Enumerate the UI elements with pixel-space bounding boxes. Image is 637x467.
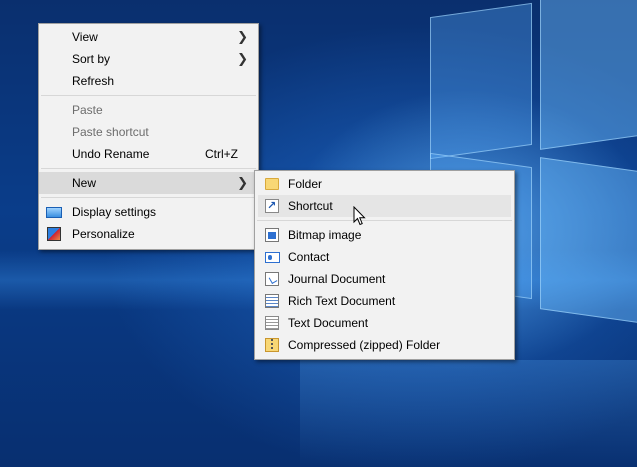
chevron-right-icon: ❯ (237, 29, 248, 44)
menu-item-label: Shortcut (288, 199, 333, 213)
submenu-item-text-document[interactable]: Text Document (255, 312, 514, 334)
menu-item-refresh[interactable]: Refresh (39, 70, 258, 92)
menu-item-new[interactable]: New ❯ (39, 172, 258, 194)
contact-icon (265, 252, 280, 263)
keyboard-shortcut: Ctrl+Z (205, 147, 238, 161)
chevron-right-icon: ❯ (237, 175, 248, 190)
menu-item-personalize[interactable]: Personalize (39, 223, 258, 245)
zip-folder-icon (265, 338, 279, 352)
menu-item-label: Paste shortcut (72, 125, 149, 139)
windows-logo-pane (430, 2, 532, 160)
submenu-item-folder[interactable]: Folder (255, 173, 514, 195)
chevron-right-icon: ❯ (237, 51, 248, 66)
menu-item-label: New (72, 176, 97, 190)
menu-item-label: Bitmap image (288, 228, 362, 242)
menu-item-display-settings[interactable]: Display settings (39, 201, 258, 223)
menu-item-label: Undo Rename (72, 147, 150, 161)
new-submenu: Folder Shortcut Bitmap image Contact Jou… (254, 170, 515, 360)
journal-icon (265, 272, 279, 286)
menu-item-label: Display settings (72, 205, 157, 219)
menu-separator (41, 168, 256, 169)
menu-item-label: Personalize (72, 227, 135, 241)
display-icon (46, 207, 62, 218)
menu-item-label: Paste (72, 103, 103, 117)
submenu-item-shortcut[interactable]: Shortcut (258, 195, 511, 217)
menu-item-paste-shortcut: Paste shortcut (39, 121, 258, 143)
menu-item-label: Refresh (72, 74, 115, 88)
submenu-item-bitmap-image[interactable]: Bitmap image (255, 224, 514, 246)
bitmap-icon (265, 228, 279, 242)
submenu-item-contact[interactable]: Contact (255, 246, 514, 268)
menu-item-label: Compressed (zipped) Folder (288, 338, 441, 352)
menu-item-label: Text Document (288, 316, 369, 330)
windows-logo-pane (540, 157, 637, 325)
windows-logo-pane (540, 0, 637, 150)
submenu-item-rich-text-document[interactable]: Rich Text Document (255, 290, 514, 312)
text-document-icon (265, 316, 279, 330)
shortcut-icon (265, 195, 279, 217)
floor-reflection (300, 360, 637, 467)
menu-separator (257, 220, 512, 221)
menu-item-sort-by[interactable]: Sort by ❯ (39, 48, 258, 70)
menu-separator (41, 197, 256, 198)
menu-item-label: Sort by (72, 52, 111, 66)
personalize-icon (47, 227, 61, 241)
menu-item-paste: Paste (39, 99, 258, 121)
mouse-cursor-icon (353, 206, 366, 226)
menu-item-label: Contact (288, 250, 330, 264)
submenu-item-compressed-folder[interactable]: Compressed (zipped) Folder (255, 334, 514, 356)
menu-separator (41, 95, 256, 96)
rich-text-icon (265, 294, 279, 308)
menu-item-label: Folder (288, 177, 323, 191)
submenu-item-journal-document[interactable]: Journal Document (255, 268, 514, 290)
menu-item-view[interactable]: View ❯ (39, 26, 258, 48)
menu-item-label: View (72, 30, 98, 44)
menu-item-label: Rich Text Document (288, 294, 396, 308)
folder-icon (265, 178, 279, 190)
desktop-context-menu: View ❯ Sort by ❯ Refresh Paste Paste sho… (38, 23, 259, 250)
menu-item-label: Journal Document (288, 272, 386, 286)
menu-item-undo-rename[interactable]: Undo Rename Ctrl+Z (39, 143, 258, 165)
